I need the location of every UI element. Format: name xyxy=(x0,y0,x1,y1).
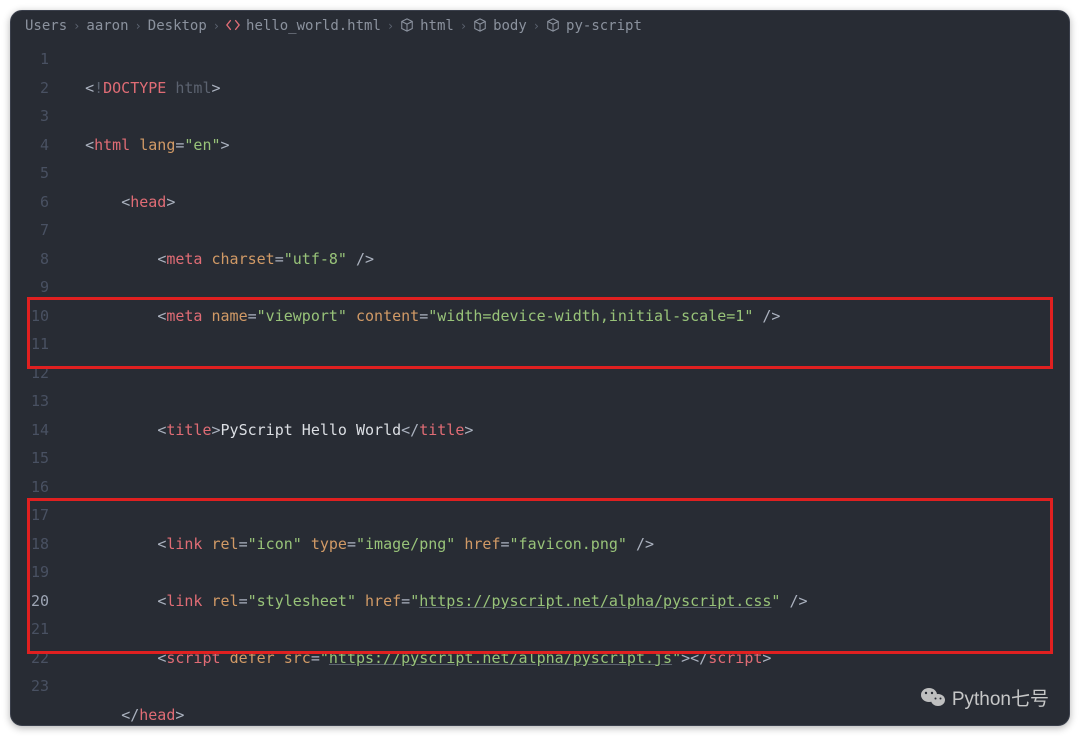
line-number[interactable]: 10 xyxy=(11,302,49,331)
code-editor: Users › aaron › Desktop › hello_world.ht… xyxy=(10,10,1070,726)
code-line[interactable]: </head> xyxy=(67,701,1069,727)
breadcrumb-segment[interactable]: Users xyxy=(25,18,67,34)
breadcrumb[interactable]: Users › aaron › Desktop › hello_world.ht… xyxy=(11,11,1069,41)
editor-body: 1 2 3 4 5 6 7 8 9 10 11 12 13 14 15 16 1… xyxy=(11,41,1069,726)
chevron-right-icon: › xyxy=(213,19,220,33)
line-number[interactable]: 14 xyxy=(11,416,49,445)
line-number[interactable]: 8 xyxy=(11,245,49,274)
breadcrumb-segment[interactable]: aaron xyxy=(86,18,128,34)
code-file-icon xyxy=(226,18,240,34)
code-line[interactable]: <link rel="stylesheet" href="https://pys… xyxy=(67,587,1069,616)
line-number[interactable]: 15 xyxy=(11,444,49,473)
code-line[interactable]: <html lang="en"> xyxy=(67,131,1069,160)
symbol-icon xyxy=(546,18,560,34)
code-line[interactable] xyxy=(67,359,1069,388)
code-line[interactable]: <meta name="viewport" content="width=dev… xyxy=(67,302,1069,331)
breadcrumb-symbol[interactable]: py-script xyxy=(566,18,642,34)
wechat-icon xyxy=(920,687,946,709)
code-area[interactable]: <!DOCTYPE html> <html lang="en"> <head> … xyxy=(67,41,1069,726)
code-line[interactable]: <script defer src="https://pyscript.net/… xyxy=(67,644,1069,673)
watermark-text: Python七号 xyxy=(952,684,1049,711)
code-line[interactable] xyxy=(67,473,1069,502)
line-number[interactable]: 21 xyxy=(11,615,49,644)
code-line[interactable]: <meta charset="utf-8" /> xyxy=(67,245,1069,274)
line-number[interactable]: 20 xyxy=(11,587,49,616)
line-number[interactable]: 18 xyxy=(11,530,49,559)
line-number[interactable]: 3 xyxy=(11,102,49,131)
chevron-right-icon: › xyxy=(533,19,540,33)
chevron-right-icon: › xyxy=(73,19,80,33)
code-line[interactable]: <!DOCTYPE html> xyxy=(67,74,1069,103)
breadcrumb-file[interactable]: hello_world.html xyxy=(246,18,381,34)
line-number[interactable]: 22 xyxy=(11,644,49,673)
chevron-right-icon: › xyxy=(460,19,467,33)
line-number[interactable]: 16 xyxy=(11,473,49,502)
code-line[interactable]: <link rel="icon" type="image/png" href="… xyxy=(67,530,1069,559)
line-number[interactable]: 11 xyxy=(11,330,49,359)
code-line[interactable]: <head> xyxy=(67,188,1069,217)
chevron-right-icon: › xyxy=(135,19,142,33)
chevron-right-icon: › xyxy=(387,19,394,33)
line-number[interactable]: 4 xyxy=(11,131,49,160)
breadcrumb-segment[interactable]: Desktop xyxy=(148,18,207,34)
line-number-gutter[interactable]: 1 2 3 4 5 6 7 8 9 10 11 12 13 14 15 16 1… xyxy=(11,41,67,726)
breadcrumb-symbol[interactable]: html xyxy=(420,18,454,34)
symbol-icon xyxy=(400,18,414,34)
line-number[interactable]: 1 xyxy=(11,45,49,74)
line-number[interactable]: 5 xyxy=(11,159,49,188)
line-number[interactable]: 12 xyxy=(11,359,49,388)
line-number[interactable]: 2 xyxy=(11,74,49,103)
line-number[interactable]: 9 xyxy=(11,273,49,302)
line-number[interactable]: 6 xyxy=(11,188,49,217)
symbol-icon xyxy=(473,18,487,34)
code-line[interactable]: <title>PyScript Hello World</title> xyxy=(67,416,1069,445)
line-number[interactable]: 7 xyxy=(11,216,49,245)
line-number[interactable]: 19 xyxy=(11,558,49,587)
watermark: Python七号 xyxy=(920,684,1049,711)
line-number[interactable]: 17 xyxy=(11,501,49,530)
breadcrumb-symbol[interactable]: body xyxy=(493,18,527,34)
line-number[interactable]: 13 xyxy=(11,387,49,416)
line-number[interactable]: 23 xyxy=(11,672,49,701)
